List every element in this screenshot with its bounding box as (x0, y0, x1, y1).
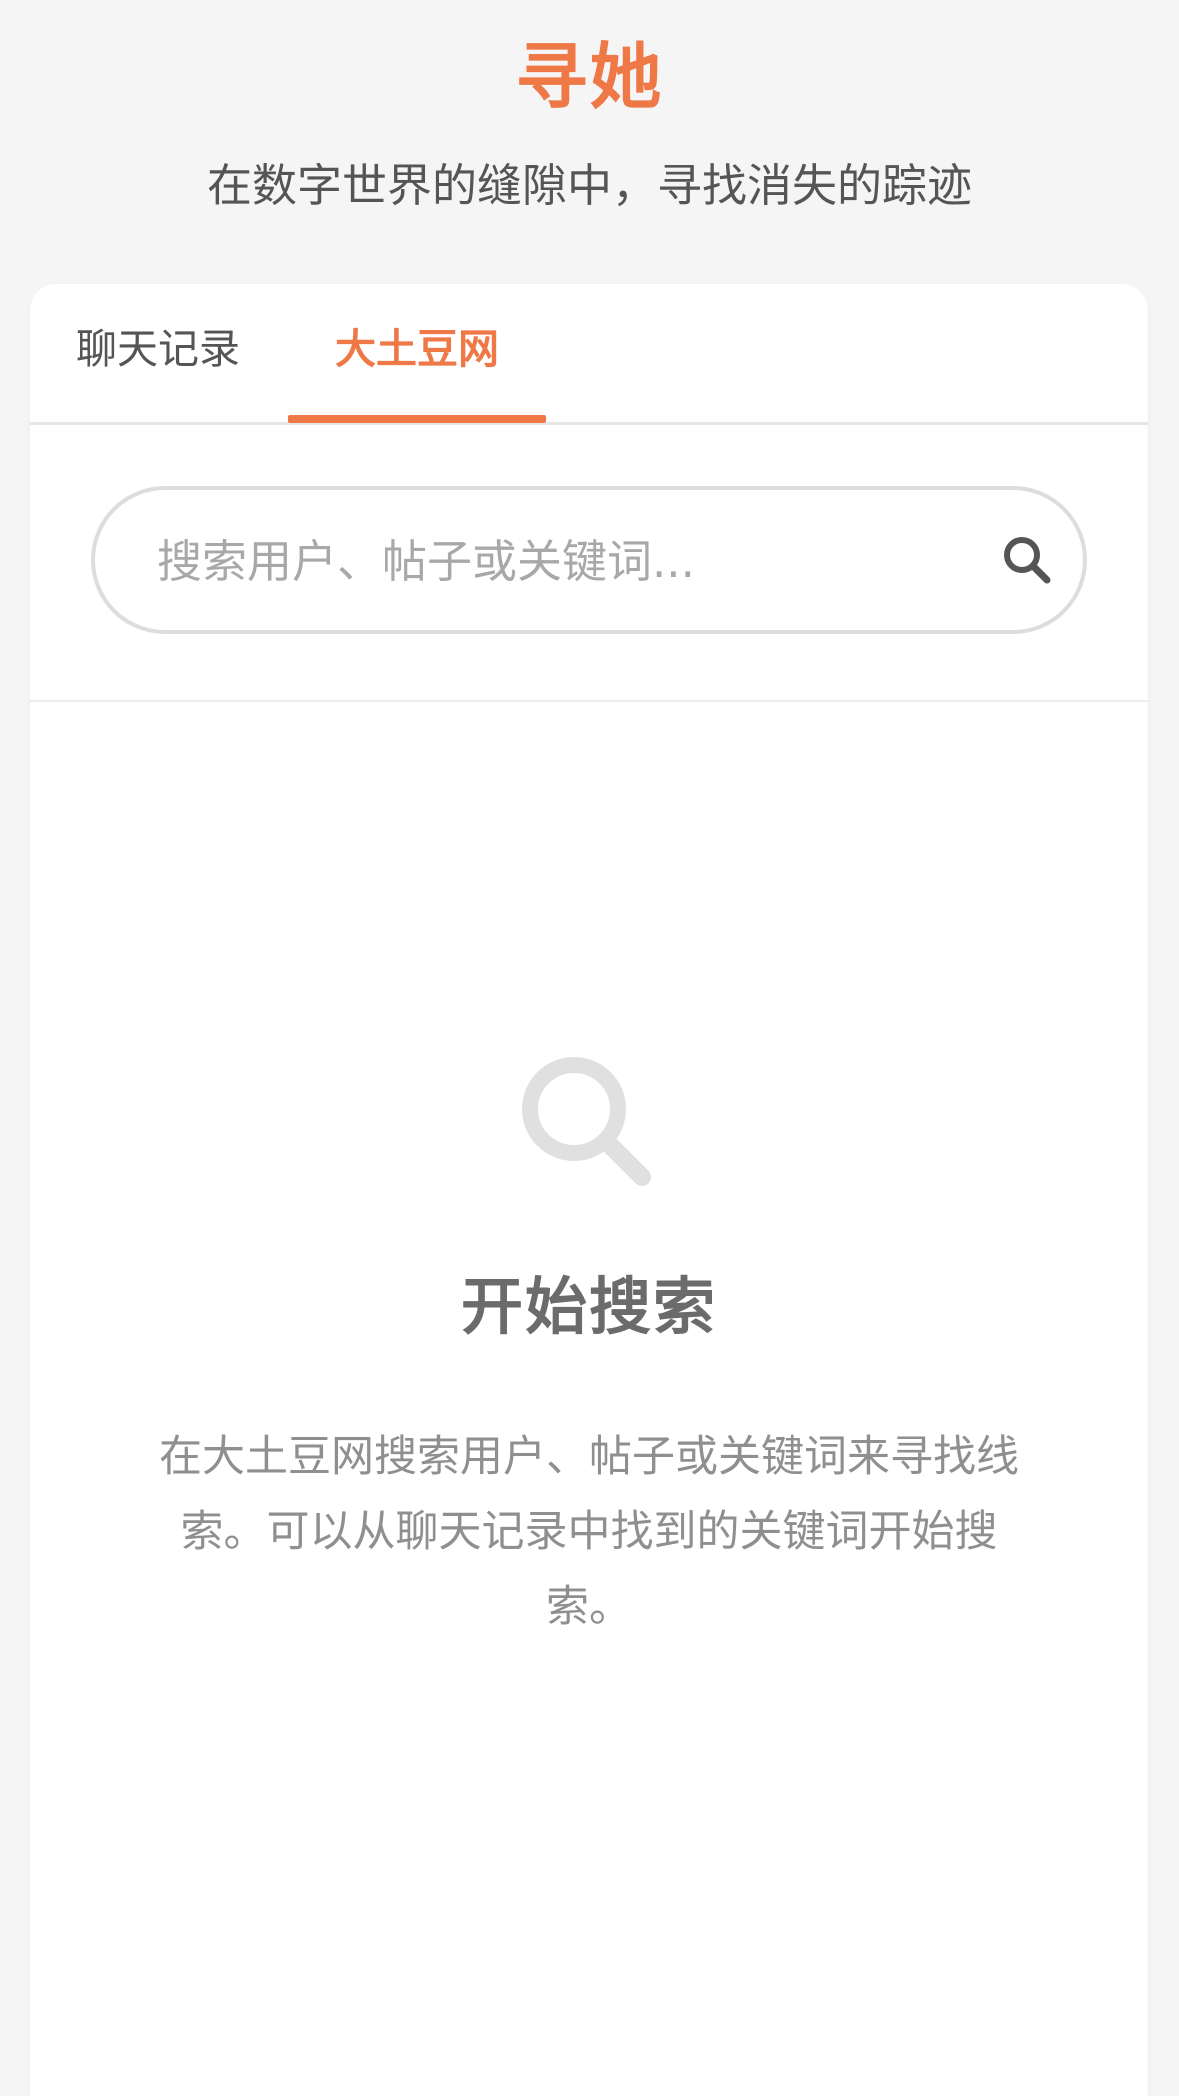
tab-big-potato-net[interactable]: 大土豆网 (288, 284, 546, 425)
empty-state-description: 在大土豆网搜索用户、帖子或关键词来寻找线索。可以从聊天记录中找到的关键词开始搜索… (159, 1432, 1019, 1632)
empty-state-title: 开始搜索 (460, 1270, 717, 1343)
app-title: 寻她 (515, 35, 664, 119)
tab-chat-records[interactable]: 聊天记录 (76, 284, 240, 425)
search-button[interactable] (997, 530, 1057, 590)
tab-bar: 聊天记录 大土豆网 (30, 284, 1148, 425)
empty-state: 开始搜索 在大土豆网搜索用户、帖子或关键词来寻找线索。可以从聊天记录中找到的关键… (30, 702, 1148, 2096)
main-card: 聊天记录 大土豆网 开始搜索 (30, 284, 1148, 2096)
active-tab-indicator (288, 415, 546, 423)
app-subtitle: 在数字世界的缝隙中，寻找消失的踪迹 (206, 159, 972, 212)
search-section (30, 425, 1148, 702)
search-icon (1004, 537, 1051, 584)
page: 寻她 在数字世界的缝隙中，寻找消失的踪迹 聊天记录 大土豆网 搜索用户、帖子或关… (0, 0, 1179, 2096)
search-icon (514, 1047, 664, 1197)
search-input[interactable] (155, 490, 959, 632)
search-box (91, 486, 1087, 634)
